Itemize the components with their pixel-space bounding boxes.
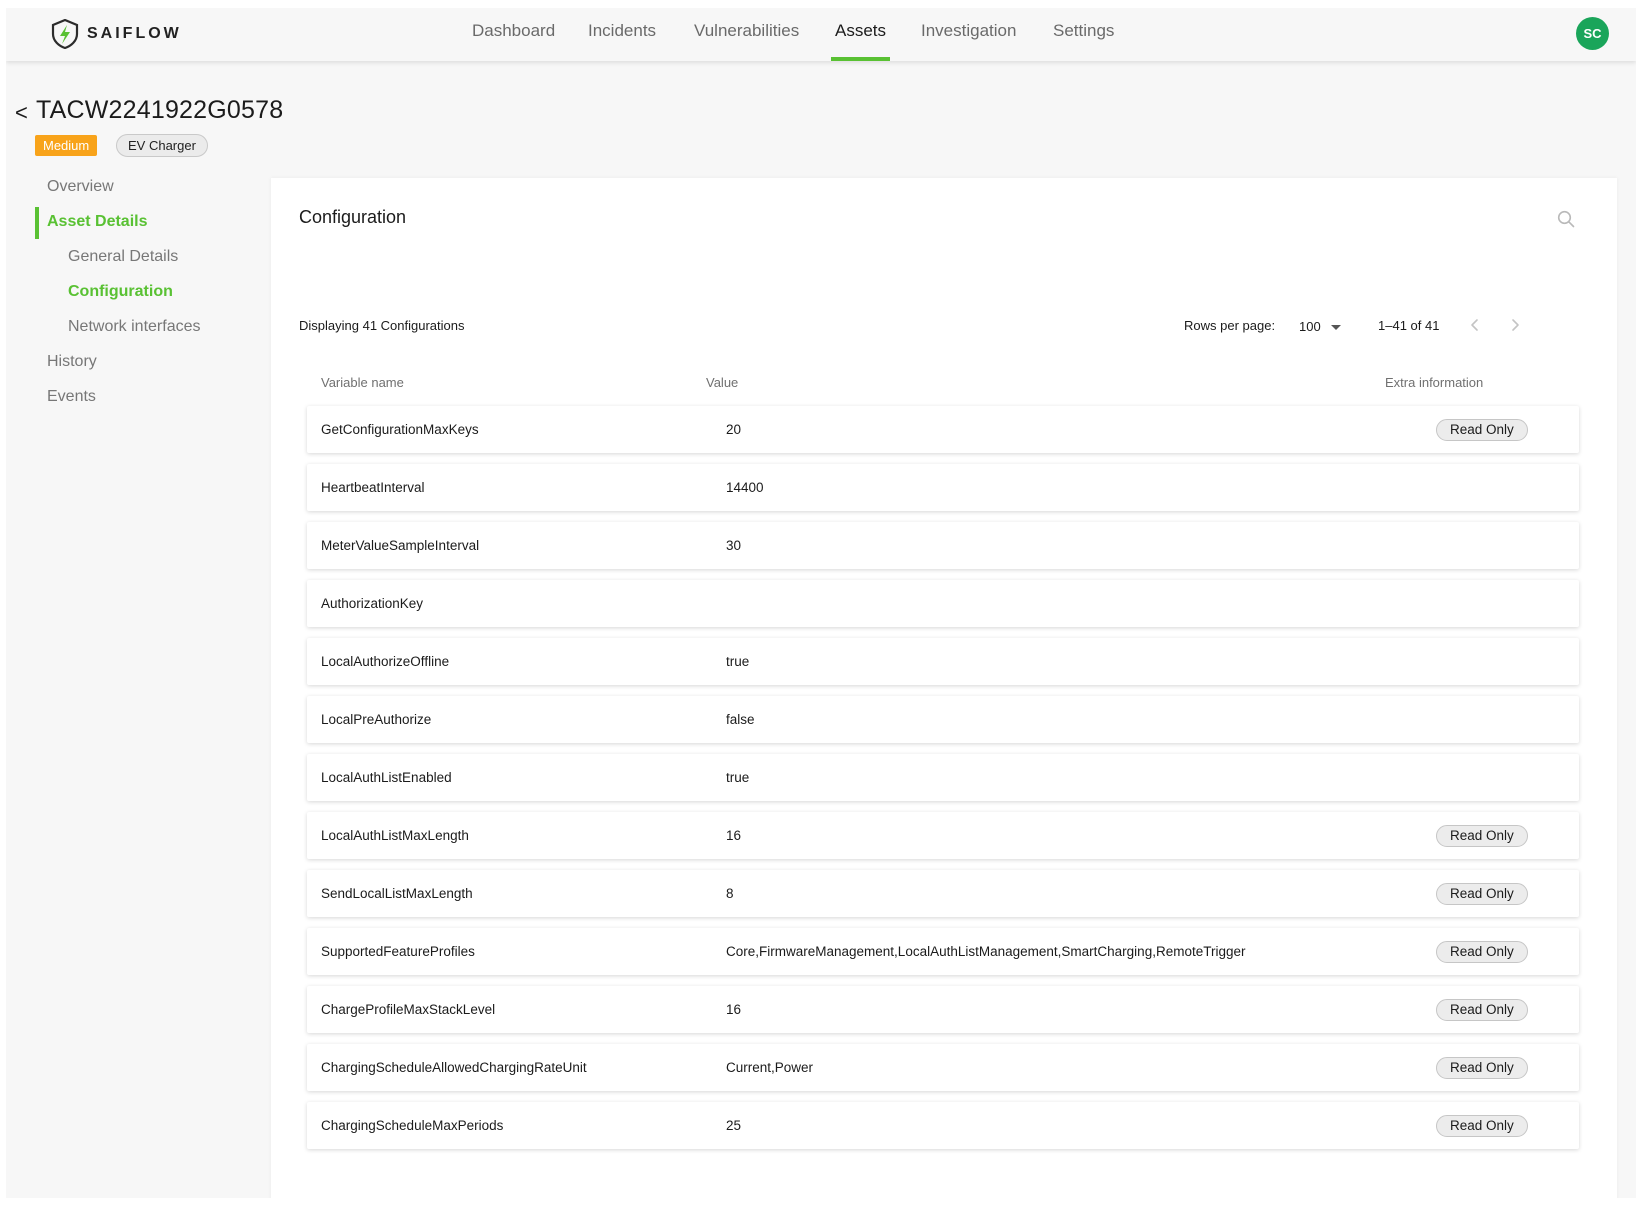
table-row[interactable]: LocalAuthListMaxLength 16 Read Only	[307, 812, 1579, 859]
panel-title: Configuration	[299, 207, 407, 227]
read-only-badge: Read Only	[1436, 883, 1528, 905]
cell-variable-name: SupportedFeatureProfiles	[321, 944, 475, 959]
cell-value: true	[726, 770, 750, 785]
table-row[interactable]: ChargeProfileMaxStackLevel 16 Read Only	[307, 986, 1579, 1033]
table-row[interactable]: ChargingScheduleMaxPeriods 25 Read Only	[307, 1102, 1579, 1149]
side-item-asset-details[interactable]: Asset Details	[47, 213, 148, 231]
cell-value: false	[726, 712, 755, 727]
table-row[interactable]: SendLocalListMaxLength 8 Read Only	[307, 870, 1579, 917]
side-item-configuration[interactable]: Configuration	[68, 283, 173, 301]
cell-variable-name: HeartbeatInterval	[321, 480, 425, 495]
cell-variable-name: ChargingScheduleMaxPeriods	[321, 1118, 504, 1133]
cell-value: Current,Power	[726, 1060, 814, 1075]
configuration-count: Displaying 41 Configurations	[299, 318, 465, 333]
table-row[interactable]: AuthorizationKey	[307, 580, 1579, 627]
cell-variable-name: SendLocalListMaxLength	[321, 886, 473, 901]
rows-per-page-value: 100	[1299, 318, 1321, 334]
table-row[interactable]: GetConfigurationMaxKeys 20 Read Only	[307, 406, 1579, 453]
cell-value: 14400	[726, 480, 764, 495]
table-row[interactable]: LocalAuthListEnabled true	[307, 754, 1579, 801]
cell-value: 25	[726, 1118, 742, 1133]
cell-value: true	[726, 654, 750, 669]
cell-variable-name: LocalAuthorizeOffline	[321, 654, 450, 669]
cell-variable-name: GetConfigurationMaxKeys	[321, 422, 479, 437]
side-item-general-details[interactable]: General Details	[68, 248, 178, 266]
read-only-badge: Read Only	[1436, 1057, 1528, 1079]
pagination-range: 1–41 of 41	[1378, 318, 1440, 333]
side-menu-active-indicator	[35, 207, 39, 239]
cell-value: 16	[726, 1002, 742, 1017]
cell-variable-name: ChargeProfileMaxStackLevel	[321, 1002, 496, 1017]
read-only-badge: Read Only	[1436, 1115, 1528, 1137]
cell-value: Core,FirmwareManagement,LocalAuthListMan…	[726, 944, 1246, 959]
table-row[interactable]: LocalAuthorizeOffline true	[307, 638, 1579, 685]
configuration-panel: Configuration Displaying 41 Configuratio…	[271, 178, 1617, 1198]
chevron-left-icon[interactable]	[1466, 316, 1484, 334]
table-row[interactable]: ChargingScheduleAllowedChargingRateUnit C…	[307, 1044, 1579, 1091]
cell-variable-name: MeterValueSampleInterval	[321, 538, 480, 553]
side-item-overview[interactable]: Overview	[47, 178, 114, 196]
nav-vulnerabilities[interactable]: Vulnerabilities	[694, 8, 799, 61]
brand-logo[interactable]: SAIFLOW	[51, 18, 182, 50]
brand-name: SAIFLOW	[87, 25, 182, 42]
saiflow-logo-icon	[51, 19, 79, 49]
read-only-badge: Read Only	[1436, 825, 1528, 847]
asset-title: TACW2241922G0578	[36, 96, 284, 124]
nav-investigation[interactable]: Investigation	[921, 8, 1016, 61]
cell-variable-name: LocalAuthListEnabled	[321, 770, 452, 785]
side-item-history[interactable]: History	[47, 353, 97, 371]
cell-value: 16	[726, 828, 742, 843]
nav-incidents[interactable]: Incidents	[588, 8, 656, 61]
nav-assets[interactable]: Assets	[830, 8, 891, 61]
column-header-value[interactable]: Value	[706, 375, 738, 390]
app-frame: SAIFLOW Dashboard Incidents Vulnerabilit…	[6, 8, 1636, 1198]
nav-settings[interactable]: Settings	[1053, 8, 1114, 61]
cell-variable-name: LocalAuthListMaxLength	[321, 828, 469, 843]
table-row[interactable]: HeartbeatInterval 14400	[307, 464, 1579, 511]
read-only-badge: Read Only	[1436, 999, 1528, 1021]
read-only-badge: Read Only	[1436, 941, 1528, 963]
table-row[interactable]: SupportedFeatureProfiles Core,FirmwareMan…	[307, 928, 1579, 975]
search-icon[interactable]	[1556, 209, 1576, 229]
column-header-extra-information[interactable]: Extra information	[1385, 375, 1483, 390]
cell-value: 30	[726, 538, 742, 553]
back-button[interactable]: <	[15, 100, 28, 126]
cell-variable-name: ChargingScheduleAllowedChargingRateUnit	[321, 1060, 587, 1075]
asset-type-chip: EV Charger	[116, 134, 208, 157]
user-avatar[interactable]: SC	[1576, 17, 1609, 50]
table-row[interactable]: LocalPreAuthorize false	[307, 696, 1579, 743]
side-item-events[interactable]: Events	[47, 388, 96, 406]
cell-variable-name: AuthorizationKey	[321, 596, 424, 611]
cell-variable-name: LocalPreAuthorize	[321, 712, 432, 727]
severity-badge: Medium	[35, 135, 98, 156]
chevron-right-icon[interactable]	[1506, 316, 1524, 334]
cell-value: 20	[726, 422, 742, 437]
table-row[interactable]: MeterValueSampleInterval 30	[307, 522, 1579, 569]
caret-down-icon	[1330, 324, 1341, 330]
read-only-badge: Read Only	[1436, 419, 1528, 441]
rows-per-page-select[interactable]: 100	[1299, 315, 1341, 337]
cell-value: 8	[726, 886, 734, 901]
nav-dashboard[interactable]: Dashboard	[472, 8, 555, 61]
rows-per-page-label: Rows per page:	[1184, 318, 1276, 333]
top-navigation-bar: SAIFLOW Dashboard Incidents Vulnerabilit…	[6, 8, 1636, 61]
side-item-network-interfaces[interactable]: Network interfaces	[68, 318, 201, 336]
column-header-variable-name[interactable]: Variable name	[321, 375, 404, 390]
